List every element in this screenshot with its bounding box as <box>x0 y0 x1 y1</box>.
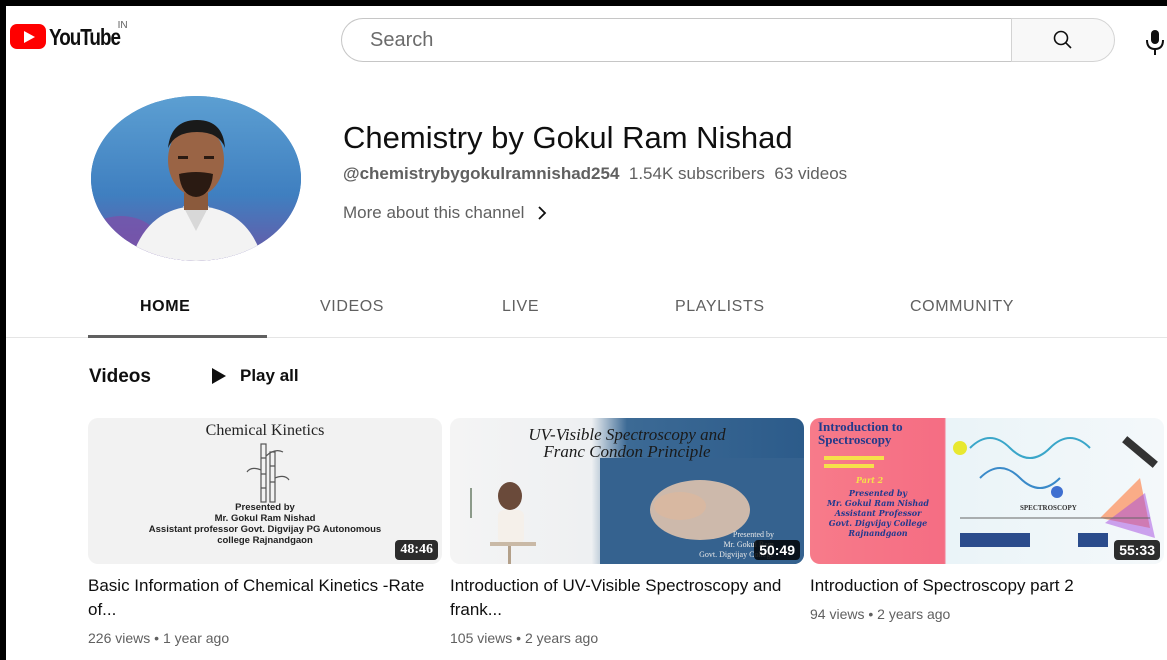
thumbnail-part: Part 2 <box>856 475 884 485</box>
thumbnail-presented-by: Presented by <box>732 530 774 539</box>
masthead: YouTube IN <box>6 6 1167 66</box>
search-icon <box>1053 30 1072 49</box>
more-about-label: More about this channel <box>343 203 525 222</box>
youtube-channel-page: YouTube IN Search Chemistry by Gokul Ram… <box>6 6 1167 660</box>
thumbnail-college: college Rajnandgaon <box>217 535 313 546</box>
thumbnail-diagram-label: SPECTROSCOPY <box>1020 504 1077 512</box>
play-icon <box>212 368 226 384</box>
thumbnail-presented-by: Presented by <box>848 488 908 498</box>
tab-videos[interactable]: VIDEOS <box>320 298 384 316</box>
video-title[interactable]: Basic Information of Chemical Kinetics -… <box>88 574 428 622</box>
voice-search-button[interactable] <box>1142 28 1167 58</box>
logo-text: YouTube <box>49 24 121 50</box>
search-button[interactable] <box>1011 18 1115 62</box>
duration-badge: 50:49 <box>754 540 800 560</box>
thumbnail-role: Assistant Professor <box>834 508 922 518</box>
view-count: 105 views <box>450 630 513 646</box>
thumbnail-heading: UV-Visible Spectroscopy and Franc Condon… <box>450 426 804 460</box>
video-title[interactable]: Introduction of Spectroscopy part 2 <box>810 574 1150 598</box>
play-all-button[interactable]: Play all <box>211 366 299 386</box>
youtube-logo[interactable]: YouTube IN <box>10 20 128 50</box>
thumbnail-presenter: Mr. Gokul Ram Nishad <box>214 513 316 524</box>
tab-live[interactable]: LIVE <box>502 298 539 316</box>
video-meta: 105 views • 2 years ago <box>450 630 599 646</box>
thumbnail-city: Rajnandgaon <box>848 528 908 538</box>
video-card[interactable]: UV-Visible Spectroscopy and Franc Condon… <box>450 418 804 646</box>
channel-name: Chemistry by Gokul Ram Nishad <box>343 120 793 155</box>
video-card[interactable]: Chemical Kinetics Presented by Mr. Gokul… <box>88 418 442 646</box>
search-box <box>341 18 1013 62</box>
thumbnail-heading-line2: Franc Condon Principle <box>543 442 711 461</box>
video-meta: 226 views • 1 year ago <box>88 630 230 646</box>
video-thumbnail[interactable]: Chemical Kinetics Presented by Mr. Gokul… <box>88 418 442 564</box>
view-count: 226 views <box>88 630 151 646</box>
thumbnail-heading-line1: UV-Visible Spectroscopy and <box>528 425 726 444</box>
microphone-icon <box>1146 30 1164 55</box>
video-card[interactable]: Introduction to Spectroscopy Part 2 Pres… <box>810 418 1164 622</box>
channel-handle: @chemistrybygokulramnishad254 <box>343 164 620 183</box>
thumbnail-heading-line2: Spectroscopy <box>818 432 892 447</box>
shelf-title: Videos <box>89 366 151 387</box>
play-all-label: Play all <box>240 366 299 385</box>
upload-age: 2 years ago <box>877 606 951 622</box>
video-title[interactable]: Introduction of UV-Visible Spectroscopy … <box>450 574 790 622</box>
thumbnail-credits: Presented by Mr. Gokul Ram Nishad Assist… <box>88 502 442 546</box>
video-meta: 94 views • 2 years ago <box>810 606 951 622</box>
subscriber-count: 1.54K subscribers <box>628 164 765 183</box>
thumbnail-role: Assistant professor Govt. Digvijay PG Au… <box>148 524 382 535</box>
channel-tabs: HOME VIDEOS LIVE PLAYLISTS COMMUNITY <box>6 286 1167 338</box>
thumbnail-credits: Presented by Mr. Gokul Ram Nishad Assist… <box>818 488 938 538</box>
thumbnail-college: Govt. Digvijay College <box>828 518 928 528</box>
upload-age: 2 years ago <box>524 630 599 646</box>
tab-community[interactable]: COMMUNITY <box>910 298 1014 316</box>
thumbnail-heading: Chemical Kinetics <box>205 422 325 439</box>
bamboo-illustration <box>246 443 290 503</box>
avatar-portrait <box>91 96 301 261</box>
search-input[interactable] <box>370 19 970 61</box>
youtube-play-icon <box>10 24 46 49</box>
more-about-channel-link[interactable]: More about this channel <box>343 203 548 223</box>
tab-home[interactable]: HOME <box>140 298 190 316</box>
thumbnail-presenter: Mr. Gokul Ram Nishad <box>827 498 929 508</box>
tab-playlists[interactable]: PLAYLISTS <box>675 298 765 316</box>
channel-avatar[interactable] <box>91 96 301 261</box>
view-count: 94 views <box>810 606 865 622</box>
thumbnail-heading: Introduction to Spectroscopy <box>818 420 903 446</box>
video-count: 63 videos <box>774 164 848 183</box>
video-thumbnail[interactable]: Introduction to Spectroscopy Part 2 Pres… <box>810 418 1164 564</box>
channel-meta: @chemistrybygokulramnishad254 1.54K subs… <box>343 164 847 184</box>
active-tab-indicator <box>88 335 267 338</box>
duration-badge: 55:33 <box>1114 540 1160 560</box>
video-thumbnail[interactable]: UV-Visible Spectroscopy and Franc Condon… <box>450 418 804 564</box>
upload-age: 1 year ago <box>162 630 230 646</box>
thumbnail-presented-by: Presented by <box>235 502 295 513</box>
chevron-right-icon <box>538 206 547 220</box>
duration-badge: 48:46 <box>395 540 438 560</box>
